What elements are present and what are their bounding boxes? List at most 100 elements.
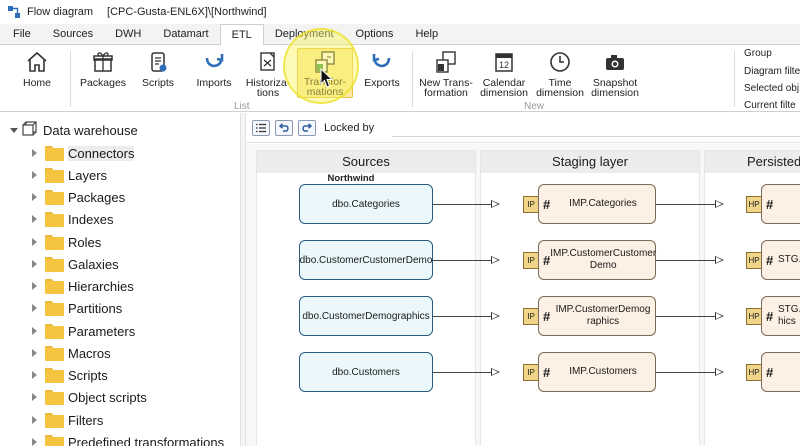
current-filter-option[interactable]: Current filte (744, 100, 796, 111)
exports-button[interactable]: Exports (362, 49, 402, 88)
folder-icon (45, 256, 64, 272)
home-label: Home (22, 77, 51, 89)
persisted-node[interactable]: # STG. hics (761, 296, 800, 336)
expand-arrow-icon[interactable] (32, 193, 37, 201)
tab-deployment[interactable]: Deployment (264, 24, 345, 44)
tree-item-filters[interactable]: Filters (32, 409, 103, 431)
tab-datamart[interactable]: Datamart (152, 24, 219, 44)
persisted-node[interactable]: # (761, 352, 800, 392)
source-node[interactable]: dbo.CustomerCustomerDemo (299, 240, 433, 280)
group-label-new: New (524, 101, 545, 112)
expand-arrow-icon[interactable] (32, 304, 37, 312)
persisted-node-label: STG. (778, 254, 800, 265)
tab-options[interactable]: Options (345, 24, 405, 44)
source-node[interactable]: dbo.Customers (299, 352, 433, 392)
tree-item-label: Layers (68, 167, 108, 183)
tree-item-label: Hierarchies (68, 278, 134, 294)
ribbon-separator (734, 51, 735, 107)
lane-header: Sources (257, 151, 475, 173)
list-view-button[interactable] (252, 120, 270, 136)
tab-help[interactable]: Help (404, 24, 449, 44)
historizations-button[interactable]: Historiza- tions (244, 49, 292, 98)
tree-item-macros[interactable]: Macros (32, 342, 111, 364)
new-transformation-button[interactable]: New Trans- formation (418, 49, 474, 98)
selected-objects-option[interactable]: Selected obj (744, 83, 799, 94)
time-dimension-button[interactable]: Time dimension (536, 49, 584, 98)
group-label-list: List (234, 101, 250, 112)
lane-header: Staging layer (481, 151, 699, 173)
tab-dwh[interactable]: DWH (104, 24, 152, 44)
tree-item-galaxies[interactable]: Galaxies (32, 253, 119, 275)
tree-item-roles[interactable]: Roles (32, 231, 101, 253)
menu-tabs: File Sources DWH Datamart ETL Deployment… (0, 24, 800, 45)
tree-item-scripts[interactable]: Scripts (32, 364, 108, 386)
tree-item-hierarchies[interactable]: Hierarchies (32, 275, 134, 297)
imports-button[interactable]: Imports (193, 49, 235, 88)
tree-item-indexes[interactable]: Indexes (32, 208, 114, 230)
calendar-icon: 12 (491, 49, 517, 75)
tab-etl[interactable]: ETL (219, 24, 264, 45)
undo-button[interactable] (275, 120, 293, 136)
packages-button[interactable]: Packages (80, 49, 126, 88)
scripts-button[interactable]: Scripts (138, 49, 178, 88)
folder-icon (45, 234, 64, 250)
tree-item-parameters[interactable]: Parameters (32, 320, 135, 342)
folder-icon (45, 345, 64, 361)
undo-icon (278, 123, 289, 132)
window-title: Flow diagram (27, 6, 94, 18)
expand-arrow-icon[interactable] (32, 282, 37, 290)
tree-item-partitions[interactable]: Partitions (32, 297, 122, 319)
expand-arrow-icon[interactable] (32, 371, 37, 379)
staging-node[interactable]: # IMP.CustomerCustomer Demo (538, 240, 656, 280)
mouse-pointer-icon (320, 67, 334, 91)
ip-badge: IP (523, 364, 539, 381)
calendar-dimension-label-2: dimension (480, 87, 528, 99)
exports-label: Exports (364, 77, 400, 89)
tab-file[interactable]: File (2, 24, 42, 44)
connector-line (656, 316, 715, 317)
group-option[interactable]: Group (744, 48, 772, 59)
diagram-filter-option[interactable]: Diagram filte (744, 66, 800, 77)
tree-item-predefined-transformations[interactable]: Predefined transformations (32, 431, 224, 446)
tree-item-label: Predefined transformations (68, 434, 225, 446)
calendar-dimension-button[interactable]: 12 Calendar dimension (479, 49, 529, 98)
expand-arrow-icon[interactable] (32, 171, 37, 179)
expand-arrow-icon[interactable] (32, 327, 37, 335)
tab-sources[interactable]: Sources (42, 24, 104, 44)
expand-arrow-icon[interactable] (32, 416, 37, 424)
tree-item-object-scripts[interactable]: Object scripts (32, 386, 147, 408)
folder-icon (45, 434, 64, 446)
persisted-node[interactable]: # (761, 184, 800, 224)
persisted-node[interactable]: # STG. (761, 240, 800, 280)
hash-key-icon: # (766, 252, 774, 268)
expand-arrow-icon[interactable] (32, 149, 37, 157)
hash-key-icon: # (543, 308, 551, 324)
staging-node[interactable]: # IMP.Customers (538, 352, 656, 392)
window-path: [CPC-Gusta-ENL6X]\[Northwind] (107, 6, 267, 18)
home-button[interactable]: Home (18, 49, 56, 88)
ribbon-separator (412, 51, 413, 107)
tree-item-label: Parameters (68, 323, 136, 339)
staging-node[interactable]: # IMP.CustomerDemographics (538, 296, 656, 336)
tree-item-layers[interactable]: Layers (32, 164, 107, 186)
tree-item-label: Indexes (68, 211, 114, 227)
lane-header: Persisted (705, 151, 800, 173)
tree-item-packages[interactable]: Packages (32, 186, 125, 208)
source-node[interactable]: dbo.Categories (299, 184, 433, 224)
snapshot-dimension-button[interactable]: Snapshot dimension (590, 49, 640, 98)
ribbon: Home Packages Scripts Imports Historiza-… (0, 44, 800, 112)
collapse-arrow-icon[interactable] (10, 127, 18, 133)
source-node[interactable]: dbo.CustomerDemographics (299, 296, 433, 336)
tree-item-connectors[interactable]: Connectors (32, 142, 135, 164)
expand-arrow-icon[interactable] (32, 260, 37, 268)
folder-icon (45, 367, 64, 383)
expand-arrow-icon[interactable] (32, 349, 37, 357)
redo-button[interactable] (298, 120, 316, 136)
staging-node[interactable]: # IMP.Categories (538, 184, 656, 224)
tree-root[interactable]: Data warehouse (10, 120, 138, 138)
expand-arrow-icon[interactable] (32, 238, 37, 246)
expand-arrow-icon[interactable] (32, 215, 37, 223)
expand-arrow-icon[interactable] (32, 393, 37, 401)
app-flow-icon (7, 5, 21, 19)
expand-arrow-icon[interactable] (32, 438, 37, 446)
